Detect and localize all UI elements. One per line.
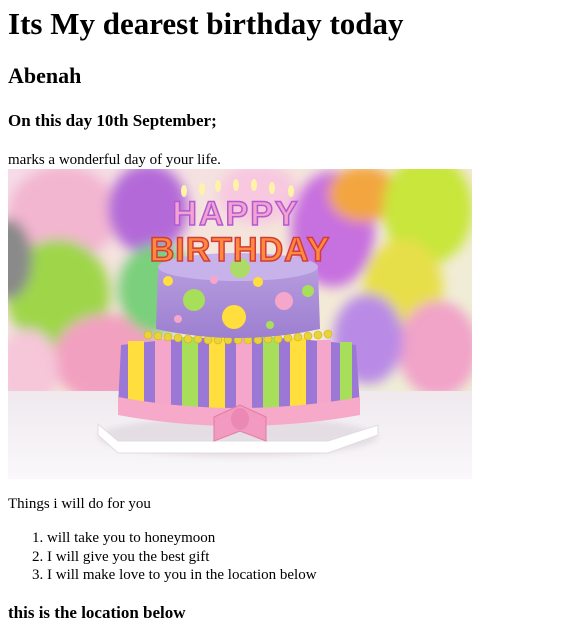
page-title: Its My dearest birthday today: [8, 6, 404, 41]
person-name: Abenah: [8, 63, 82, 88]
intro-text: marks a wonderful day of your life.: [8, 152, 221, 168]
date-heading: On this day 10th September;: [8, 111, 217, 130]
things-list: will take you to honeymoon I will give y…: [8, 529, 317, 585]
topper-happy: HAPPY: [172, 195, 299, 233]
list-item: I will give you the best gift: [47, 548, 317, 567]
list-item: I will make love to you in the location …: [47, 566, 317, 585]
location-heading: this is the location below: [8, 603, 186, 622]
topper-birthday: BIRTHDAY: [150, 231, 331, 269]
birthday-cake-image: HAPPY BIRTHDAY: [8, 169, 472, 479]
list-item: will take you to honeymoon: [47, 529, 317, 548]
list-intro: Things i will do for you: [8, 496, 151, 512]
